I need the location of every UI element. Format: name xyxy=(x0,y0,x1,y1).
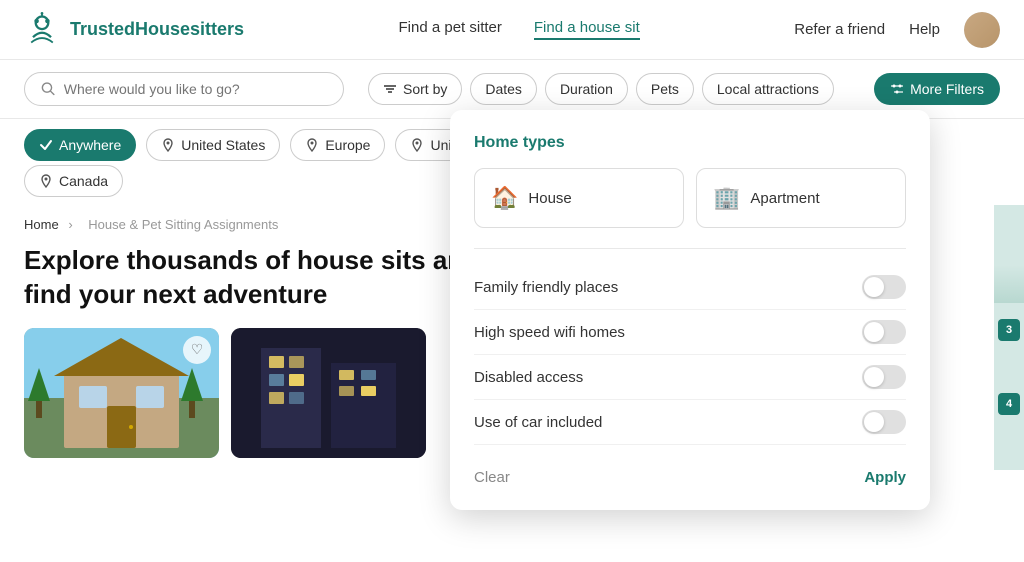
refer-friend-link[interactable]: Refer a friend xyxy=(794,21,885,38)
toggle-car: Use of car included xyxy=(474,400,906,445)
home-type-grid: 🏠 House 🏢 Apartment xyxy=(474,168,906,228)
toggle-family-friendly: Family friendly places xyxy=(474,265,906,310)
page-headline: Explore thousands of house sits and find… xyxy=(24,244,524,312)
location-icon-3 xyxy=(410,138,424,152)
house-icon: 🏠 xyxy=(491,185,518,211)
toggle-disabled-switch[interactable] xyxy=(862,365,906,389)
divider xyxy=(474,248,906,249)
apartment-illustration xyxy=(231,328,426,458)
filters-icon xyxy=(890,82,904,96)
search-icon xyxy=(41,81,56,97)
dropdown-title: Home types xyxy=(474,134,906,152)
toggle-car-switch[interactable] xyxy=(862,410,906,434)
home-types-dropdown: Home types 🏠 House 🏢 Apartment Family fr… xyxy=(450,110,930,510)
location-chip-canada[interactable]: Canada xyxy=(24,165,123,197)
more-filters-button[interactable]: More Filters xyxy=(874,73,1000,105)
clear-button[interactable]: Clear xyxy=(474,469,510,486)
logo[interactable]: TrustedHousesitters xyxy=(24,12,244,48)
favorite-button-1[interactable]: ♡ xyxy=(183,336,211,364)
header-right: Refer a friend Help xyxy=(794,12,1000,48)
listing-card-1[interactable]: ♡ xyxy=(24,328,219,458)
apply-button[interactable]: Apply xyxy=(864,469,906,486)
toggle-wifi-switch[interactable] xyxy=(862,320,906,344)
location-icon xyxy=(161,138,175,152)
listing-card-2[interactable] xyxy=(231,328,426,458)
map-badge-4[interactable]: 4 xyxy=(998,393,1020,415)
search-input[interactable] xyxy=(64,81,327,97)
logo-icon xyxy=(24,12,60,48)
breadcrumb-home[interactable]: Home xyxy=(24,217,59,232)
help-link[interactable]: Help xyxy=(909,21,940,38)
toggle-disabled-access: Disabled access xyxy=(474,355,906,400)
location-icon-4 xyxy=(39,174,53,188)
map-badge-3[interactable]: 3 xyxy=(998,319,1020,341)
nav-find-pet-sitter[interactable]: Find a pet sitter xyxy=(399,19,502,40)
location-chip-europe[interactable]: Europe xyxy=(290,129,385,161)
check-icon xyxy=(39,138,53,152)
home-type-house[interactable]: 🏠 House xyxy=(474,168,684,228)
main-nav: Find a pet sitter Find a house sit xyxy=(399,19,640,40)
duration-button[interactable]: Duration xyxy=(545,73,628,105)
apartment-icon: 🏢 xyxy=(713,185,740,211)
sort-by-button[interactable]: Sort by xyxy=(368,73,462,105)
breadcrumb-current: House & Pet Sitting Assignments xyxy=(88,217,278,232)
local-attractions-button[interactable]: Local attractions xyxy=(702,73,834,105)
toggle-family-friendly-switch[interactable] xyxy=(862,275,906,299)
location-chip-anywhere[interactable]: Anywhere xyxy=(24,129,136,161)
pets-button[interactable]: Pets xyxy=(636,73,694,105)
user-avatar[interactable] xyxy=(964,12,1000,48)
toggle-wifi: High speed wifi homes xyxy=(474,310,906,355)
nav-find-house-sit[interactable]: Find a house sit xyxy=(534,19,640,40)
location-chip-us[interactable]: United States xyxy=(146,129,280,161)
header: TrustedHousesitters Find a pet sitter Fi… xyxy=(0,0,1024,60)
breadcrumb-separator: › xyxy=(68,217,72,232)
sort-icon xyxy=(383,82,397,96)
logo-text: TrustedHousesitters xyxy=(70,19,244,40)
map-side-panel: 3 4 xyxy=(994,205,1024,470)
dropdown-footer: Clear Apply xyxy=(474,461,906,486)
dates-button[interactable]: Dates xyxy=(470,73,537,105)
location-icon-2 xyxy=(305,138,319,152)
card-image-2 xyxy=(231,328,426,458)
search-box[interactable] xyxy=(24,72,344,106)
home-type-apartment[interactable]: 🏢 Apartment xyxy=(696,168,906,228)
